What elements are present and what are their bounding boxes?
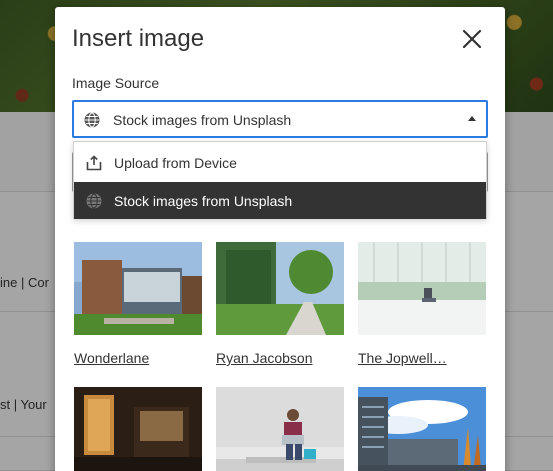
photographer-credit-link[interactable]: Wonderlane [74,350,149,366]
option-label: Upload from Device [114,155,237,171]
globe-icon [84,112,100,128]
image-source-value: Stock images from Unsplash [113,112,292,128]
upload-icon [86,155,102,171]
globe-icon [86,193,102,209]
photographer-credit-link[interactable]: Ryan Jacobson [216,350,313,366]
image-result-card: Wonderlane [74,242,202,366]
image-source-select[interactable]: Stock images from Unsplash [72,100,488,138]
close-icon [462,29,482,49]
option-label: Stock images from Unsplash [114,193,293,209]
option-upload-from-device[interactable]: Upload from Device [74,144,486,181]
image-result-card [74,387,202,471]
image-result-card: Ryan Jacobson [216,242,344,366]
dialog-title: Insert image [72,25,205,52]
image-result-card: The Jopwell… [358,242,486,366]
image-thumbnail[interactable] [74,387,202,471]
image-result-card [358,387,486,471]
image-thumbnail[interactable] [358,387,486,471]
insert-image-dialog: Insert image Image Source Stock images f… [55,7,505,471]
image-result-card [216,387,344,471]
image-thumbnail[interactable] [74,242,202,335]
image-thumbnail[interactable] [216,242,344,335]
option-stock-images-unsplash[interactable]: Stock images from Unsplash [74,182,486,219]
image-thumbnail[interactable] [358,242,486,335]
photographer-credit-link[interactable]: The Jopwell… [358,350,447,366]
image-thumbnail[interactable] [216,387,344,471]
image-source-label: Image Source [72,75,160,91]
close-button[interactable] [460,27,484,51]
image-source-dropdown: Upload from Device Stock images from Uns… [73,141,487,219]
caret-up-icon [468,116,476,121]
